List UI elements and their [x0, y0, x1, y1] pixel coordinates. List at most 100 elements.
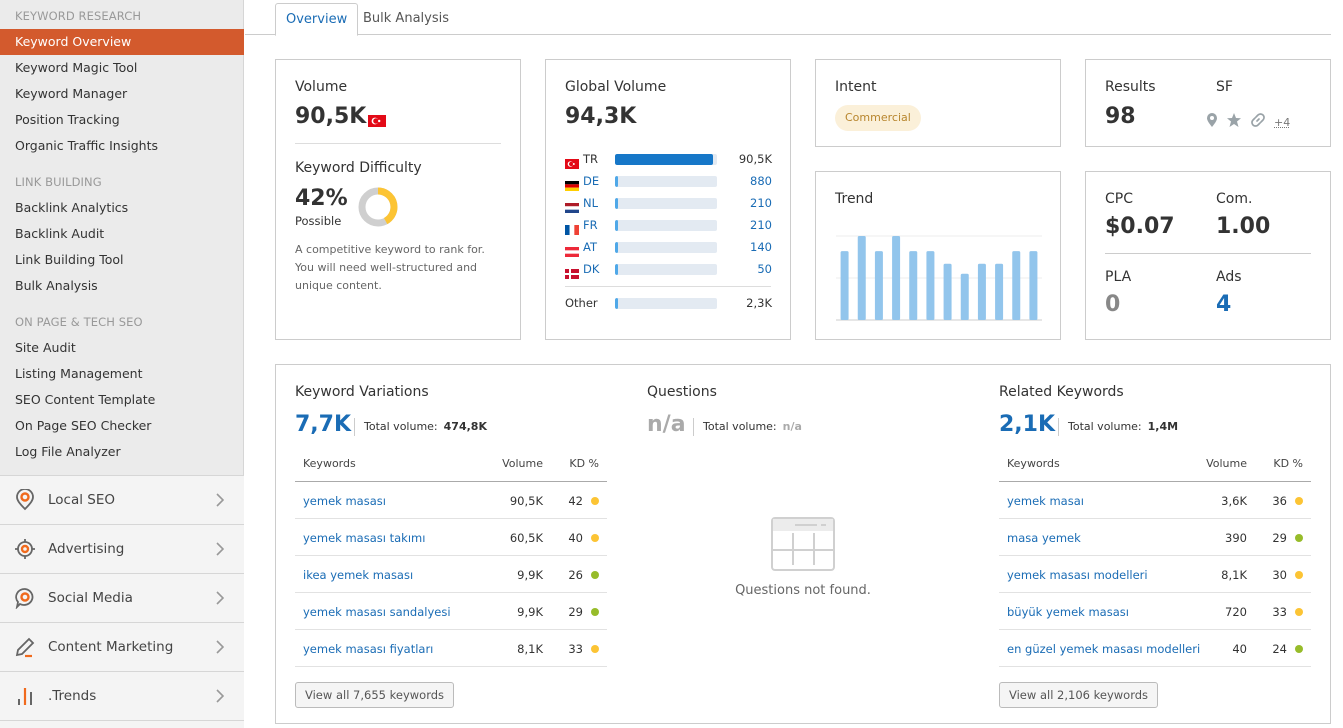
sidebar-group-advertising[interactable]: Advertising — [0, 525, 244, 574]
sidebar-item-bulk-analysis[interactable]: Bulk Analysis — [0, 273, 244, 299]
intent-card: Intent Commercial — [815, 59, 1061, 147]
keyword-link[interactable]: masa yemek — [1007, 531, 1081, 545]
sidebar-group-social-media[interactable]: Social Media — [0, 574, 244, 623]
keyword-link[interactable]: yemek masaı — [1007, 494, 1084, 508]
trend-bar[interactable] — [960, 273, 969, 320]
bar-chart-icon — [14, 685, 36, 707]
keyword-link[interactable]: yemek masası modelleri — [1007, 568, 1148, 582]
related-keywords-table: Keywords Volume KD % yemek masaı 3,6K 36 m… — [999, 445, 1311, 667]
column-kd[interactable]: KD % — [569, 457, 599, 470]
related-keywords-title: Related Keywords — [999, 384, 1124, 400]
keyword-link[interactable]: yemek masası takımı — [303, 531, 425, 545]
questions-title: Questions — [647, 384, 717, 400]
chat-bubble-icon — [14, 587, 36, 609]
keyword-link[interactable]: en güzel yemek masası modelleri — [1007, 642, 1200, 656]
sidebar-group-content-marketing[interactable]: Content Marketing — [0, 623, 244, 672]
column-volume[interactable]: Volume — [1206, 457, 1247, 470]
keyword-kd: 33 — [1272, 605, 1287, 619]
country-code: NL — [583, 196, 599, 210]
trend-bar[interactable] — [995, 263, 1004, 320]
intent-badge: Commercial — [835, 105, 921, 131]
keyword-link[interactable]: yemek masası — [303, 494, 386, 508]
sidebar-item-site-audit[interactable]: Site Audit — [0, 335, 244, 361]
view-all-related-keywords-button[interactable]: View all 2,106 keywords — [999, 682, 1159, 708]
sidebar-group-local-seo[interactable]: Local SEO — [0, 476, 244, 525]
trend-bar[interactable] — [909, 251, 918, 320]
sidebar: KEYWORD RESEARCH Keyword Overview Keywor… — [0, 0, 244, 728]
sidebar-item-seo-content-template[interactable]: SEO Content Template — [0, 387, 244, 413]
table-row: masa yemek 390 29 — [999, 519, 1311, 556]
trend-bar[interactable] — [874, 251, 883, 320]
star-icon[interactable] — [1226, 112, 1242, 132]
country-share-bar — [615, 220, 717, 231]
keyword-link[interactable]: yemek masası fiyatları — [303, 642, 433, 656]
table-header: Keywords Volume KD % — [295, 445, 607, 482]
view-all-keyword-variations-button[interactable]: View all 7,655 keywords — [295, 682, 455, 708]
pla-label: PLA — [1105, 269, 1132, 285]
tab-overview[interactable]: Overview — [275, 3, 359, 36]
keyword-kd: 42 — [568, 494, 583, 508]
sidebar-item-listing-management[interactable]: Listing Management — [0, 361, 244, 387]
sidebar-item-backlink-analytics[interactable]: Backlink Analytics — [0, 195, 244, 221]
trend-bar[interactable] — [1012, 251, 1021, 320]
country-code: TR — [583, 152, 599, 166]
trend-bar[interactable] — [977, 263, 986, 320]
keyword-link[interactable]: büyük yemek masası — [1007, 605, 1129, 619]
keyword-variations-count[interactable]: 7,7K — [295, 412, 351, 437]
country-share-bar — [615, 242, 717, 253]
sidebar-item-on-page-seo-checker[interactable]: On Page SEO Checker — [0, 413, 244, 439]
country-row-de[interactable]: DE 880 — [565, 174, 772, 191]
trend-bar[interactable] — [1029, 251, 1038, 320]
sidebar-item-organic-traffic-insights[interactable]: Organic Traffic Insights — [0, 133, 244, 159]
keyword-link[interactable]: yemek masası sandalyesi — [303, 605, 451, 619]
kd-description: A competitive keyword to rank for. You w… — [295, 243, 485, 292]
keyword-volume: 9,9K — [517, 605, 543, 619]
divider — [1105, 253, 1311, 254]
ads-value[interactable]: 4 — [1216, 292, 1231, 317]
sidebar-item-backlink-audit[interactable]: Backlink Audit — [0, 221, 244, 247]
table-row: yemek masası modelleri 8,1K 30 — [999, 556, 1311, 593]
country-volume: 90,5K — [738, 152, 772, 166]
country-share-fill — [615, 264, 619, 275]
sidebar-item-log-file-analyzer[interactable]: Log File Analyzer — [0, 439, 244, 465]
country-volume: 210 — [750, 196, 772, 210]
country-row-fr[interactable]: FR 210 — [565, 218, 772, 235]
location-pin-icon[interactable] — [1206, 112, 1218, 132]
tab-bulk-analysis[interactable]: Bulk Analysis — [353, 3, 459, 36]
other-volume: 2,3K — [746, 296, 772, 310]
sidebar-item-keyword-overview[interactable]: Keyword Overview — [0, 29, 244, 55]
keyword-link[interactable]: ikea yemek masası — [303, 568, 413, 582]
results-card: Results 98 SF +4 — [1085, 59, 1331, 147]
trend-bar[interactable] — [943, 263, 952, 320]
germany-flag-icon — [565, 176, 579, 191]
sf-more-link[interactable]: +4 — [1274, 116, 1290, 129]
trend-card: Trend — [815, 171, 1061, 340]
volume-value: 90,5K — [295, 104, 367, 129]
sidebar-item-position-tracking[interactable]: Position Tracking — [0, 107, 244, 133]
trend-bar[interactable] — [926, 251, 935, 320]
country-row-at[interactable]: AT 140 — [565, 240, 772, 257]
column-kd[interactable]: KD % — [1273, 457, 1303, 470]
results-value: 98 — [1105, 104, 1136, 129]
sidebar-group-trends[interactable]: .Trends — [0, 672, 244, 721]
country-share-bar — [615, 264, 717, 275]
sidebar-item-keyword-magic-tool[interactable]: Keyword Magic Tool — [0, 55, 244, 81]
trend-bar[interactable] — [857, 236, 866, 320]
france-flag-icon — [565, 220, 579, 235]
trend-bar[interactable] — [892, 236, 901, 320]
country-share-bar — [615, 298, 717, 309]
kd-dot-icon — [1295, 645, 1303, 653]
sidebar-item-link-building-tool[interactable]: Link Building Tool — [0, 247, 244, 273]
trend-bar[interactable] — [840, 251, 849, 320]
country-row-nl[interactable]: NL 210 — [565, 196, 772, 213]
keyword-kd: 40 — [568, 531, 583, 545]
related-keywords-count[interactable]: 2,1K — [999, 412, 1055, 437]
column-volume[interactable]: Volume — [502, 457, 543, 470]
table-row: en güzel yemek masası modelleri 40 24 — [999, 630, 1311, 667]
divider — [565, 286, 771, 287]
results-title: Results — [1105, 79, 1156, 95]
link-icon[interactable] — [1250, 112, 1266, 132]
table-row: yemek masası takımı 60,5K 40 — [295, 519, 607, 556]
sidebar-item-keyword-manager[interactable]: Keyword Manager — [0, 81, 244, 107]
country-row-dk[interactable]: DK 50 — [565, 262, 772, 279]
